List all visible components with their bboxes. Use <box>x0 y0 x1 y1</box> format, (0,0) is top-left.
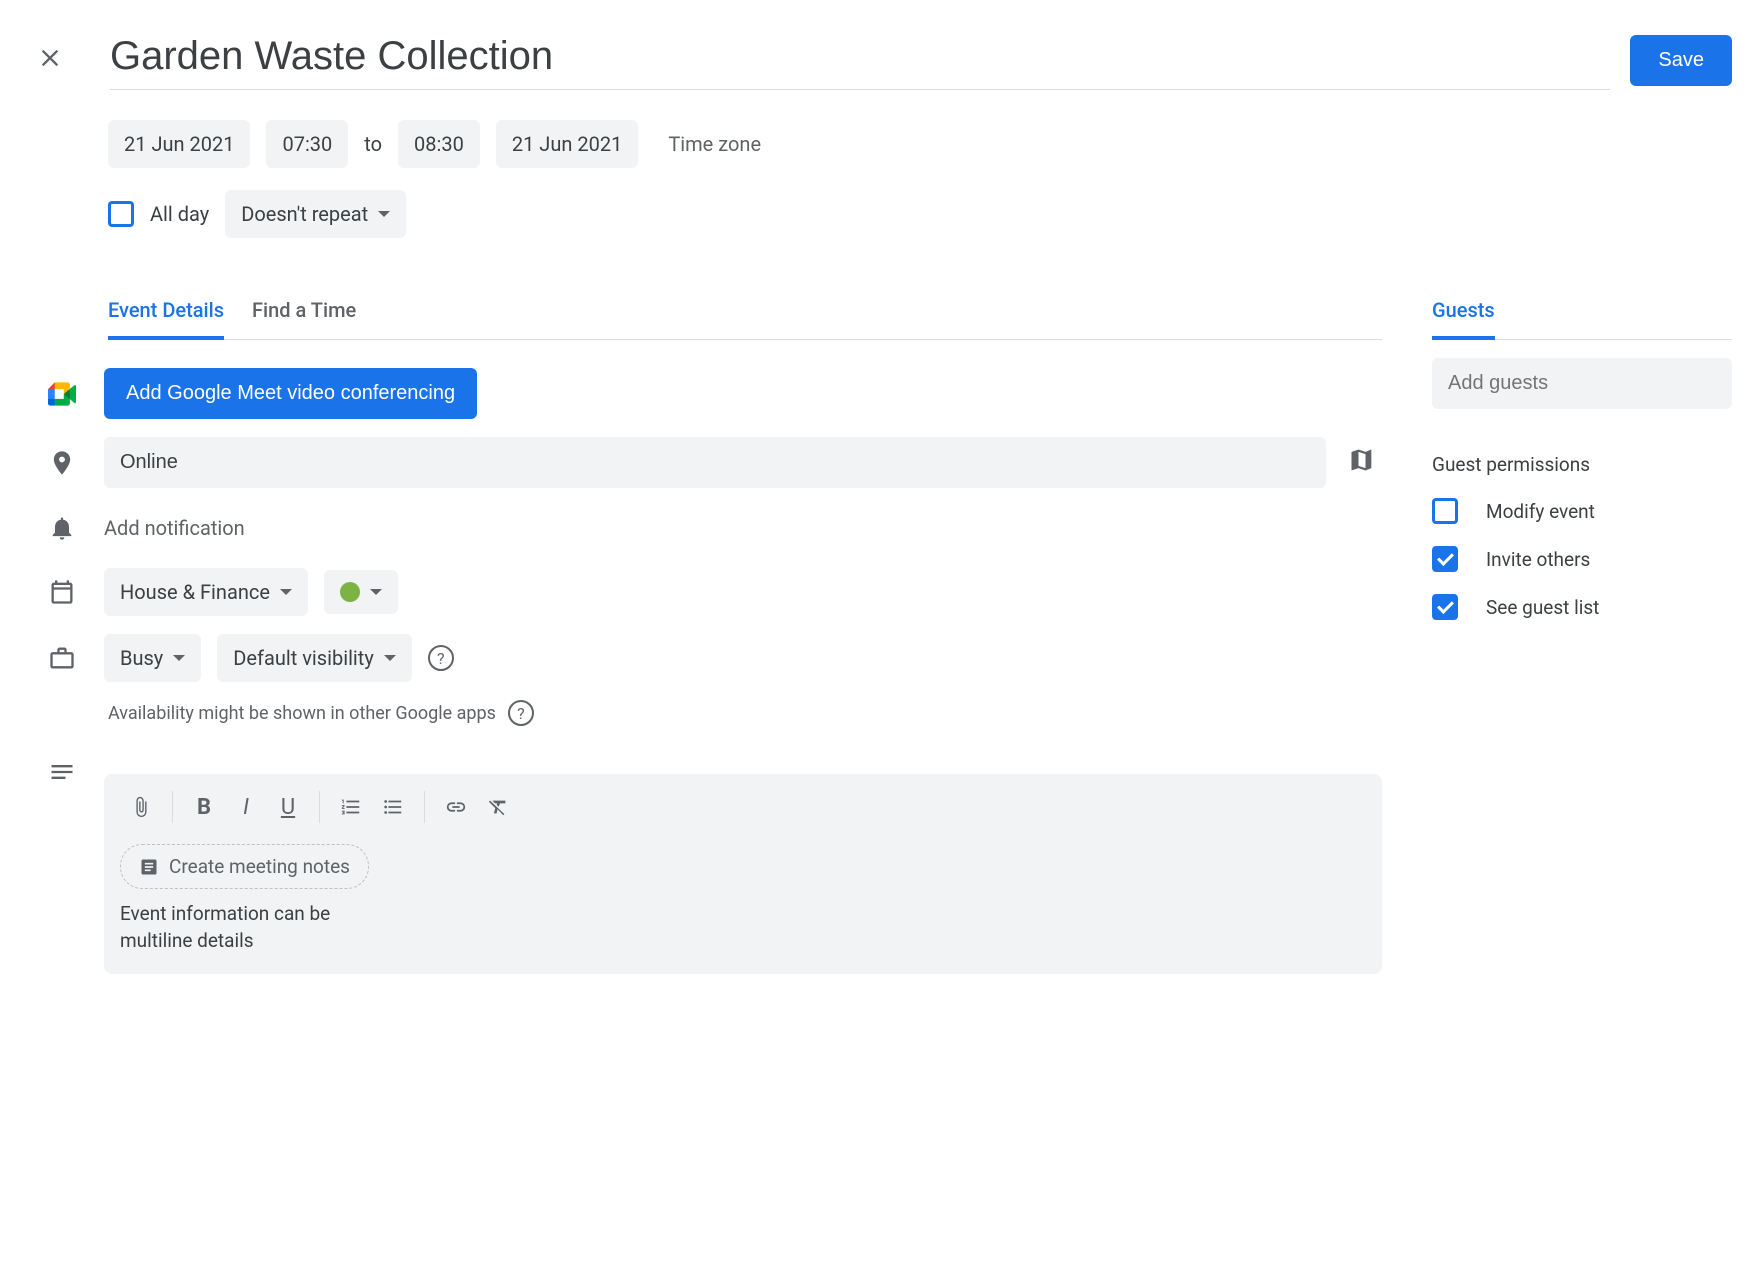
chevron-down-icon <box>173 655 185 661</box>
create-notes-label: Create meeting notes <box>169 855 350 878</box>
toolbar-separator <box>172 791 173 823</box>
invite-others-checkbox[interactable] <box>1432 546 1458 572</box>
to-label: to <box>364 132 382 156</box>
start-date-chip[interactable]: 21 Jun 2021 <box>108 120 250 168</box>
briefcase-icon <box>36 644 88 672</box>
help-icon[interactable]: ? <box>508 700 534 726</box>
bell-icon <box>36 514 88 542</box>
location-input[interactable] <box>104 437 1326 488</box>
link-icon[interactable] <box>435 786 477 828</box>
repeat-dropdown[interactable]: Doesn't repeat <box>225 190 406 238</box>
see-guest-list-label: See guest list <box>1486 596 1599 619</box>
save-button[interactable]: Save <box>1630 35 1732 86</box>
modify-event-checkbox[interactable] <box>1432 498 1458 524</box>
color-dot <box>340 582 360 602</box>
chevron-down-icon <box>280 589 292 595</box>
chevron-down-icon <box>370 589 382 595</box>
color-dropdown[interactable] <box>324 570 398 614</box>
calendar-dropdown[interactable]: House & Finance <box>104 568 308 616</box>
numbered-list-icon[interactable] <box>330 786 372 828</box>
add-meet-button[interactable]: Add Google Meet video conferencing <box>104 368 477 419</box>
busy-dropdown[interactable]: Busy <box>104 634 201 682</box>
see-guest-list-checkbox[interactable] <box>1432 594 1458 620</box>
help-icon[interactable]: ? <box>428 645 454 671</box>
modify-event-label: Modify event <box>1486 500 1595 523</box>
visibility-label: Default visibility <box>233 646 374 670</box>
toolbar-separator <box>319 791 320 823</box>
map-icon[interactable] <box>1342 440 1382 485</box>
chevron-down-icon <box>384 655 396 661</box>
availability-note: Availability might be shown in other Goo… <box>108 703 496 724</box>
tab-guests[interactable]: Guests <box>1432 298 1495 340</box>
invite-others-label: Invite others <box>1486 548 1590 571</box>
italic-icon[interactable]: I <box>225 786 267 828</box>
toolbar-separator <box>424 791 425 823</box>
add-guests-input[interactable] <box>1432 358 1732 409</box>
tab-event-details[interactable]: Event Details <box>108 298 224 340</box>
clear-format-icon[interactable] <box>477 786 519 828</box>
location-icon <box>36 449 88 477</box>
calendar-icon <box>36 578 88 606</box>
end-time-chip[interactable]: 08:30 <box>398 120 480 168</box>
busy-label: Busy <box>120 646 163 670</box>
start-time-chip[interactable]: 07:30 <box>266 120 348 168</box>
bullet-list-icon[interactable] <box>372 786 414 828</box>
meet-icon <box>36 382 88 406</box>
tab-find-a-time[interactable]: Find a Time <box>252 298 356 339</box>
timezone-link[interactable]: Time zone <box>668 132 761 156</box>
allday-checkbox[interactable] <box>108 201 134 227</box>
visibility-dropdown[interactable]: Default visibility <box>217 634 412 682</box>
underline-icon[interactable]: U <box>267 786 309 828</box>
event-title-input[interactable] <box>110 30 1610 90</box>
attach-icon[interactable] <box>120 786 162 828</box>
end-date-chip[interactable]: 21 Jun 2021 <box>496 120 638 168</box>
repeat-label: Doesn't repeat <box>241 202 368 226</box>
create-meeting-notes-button[interactable]: Create meeting notes <box>120 844 369 889</box>
description-icon <box>36 758 88 786</box>
bold-icon[interactable]: B <box>183 786 225 828</box>
calendar-name-label: House & Finance <box>120 580 270 604</box>
description-text[interactable]: Event information can be multiline detai… <box>104 901 1382 974</box>
chevron-down-icon <box>378 211 390 217</box>
close-icon[interactable] <box>30 38 70 83</box>
guest-permissions-title: Guest permissions <box>1432 453 1732 476</box>
allday-label: All day <box>150 202 209 226</box>
add-notification-link[interactable]: Add notification <box>104 506 245 550</box>
